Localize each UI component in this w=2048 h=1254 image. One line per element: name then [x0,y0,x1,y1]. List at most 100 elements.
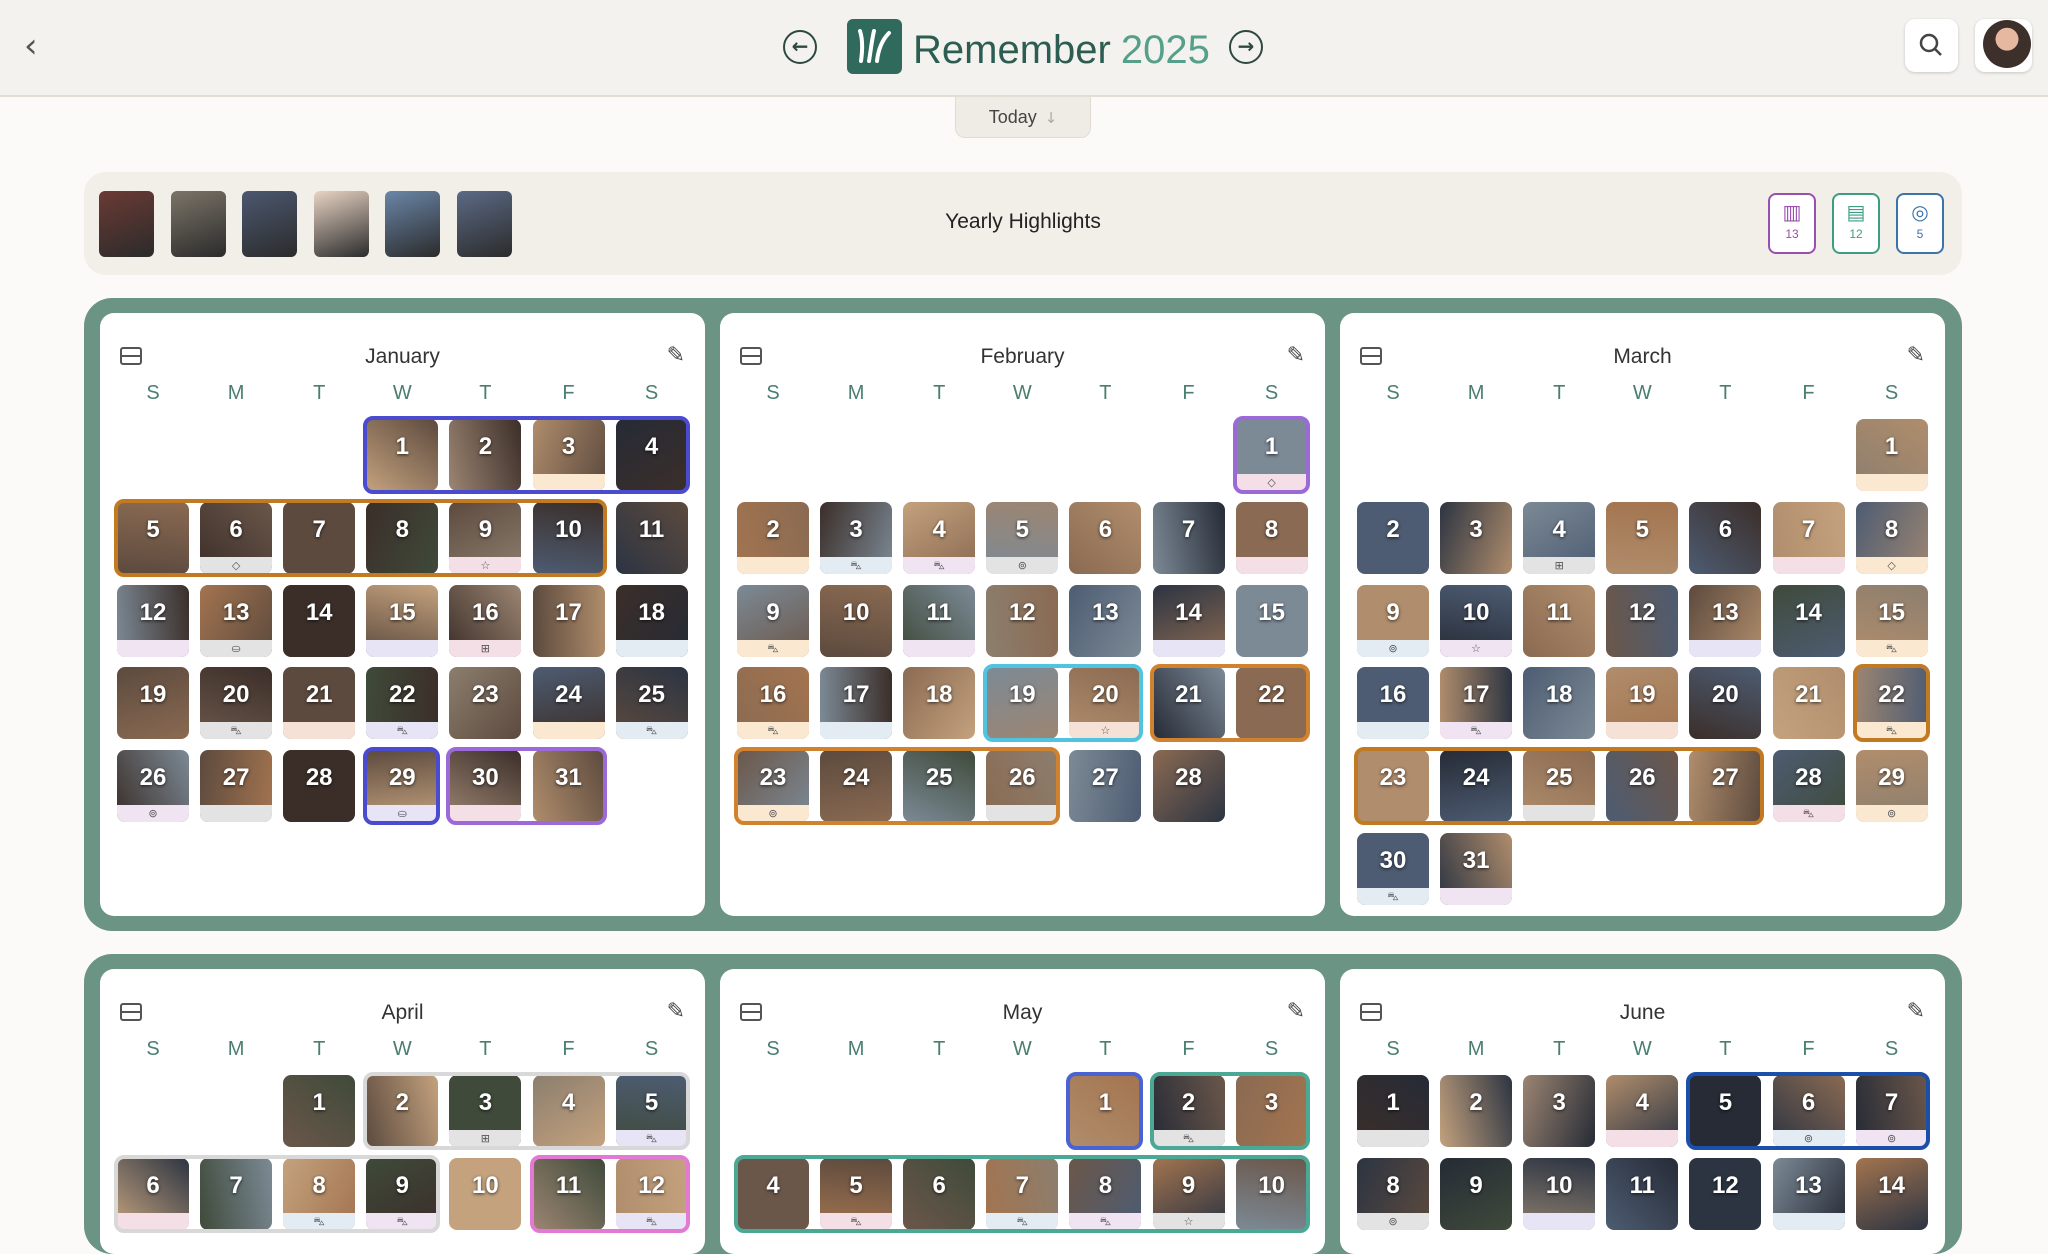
day-cell[interactable]: 15 ⛍ [1855,584,1928,657]
day-cell[interactable]: 25 [1523,750,1596,823]
day-cell[interactable]: 2 [1440,1075,1513,1147]
day-cell[interactable]: 25 [903,750,976,823]
day-cell[interactable]: 15 [366,584,439,657]
day-cell[interactable]: 7 [1152,501,1225,574]
day-cell[interactable]: 1 [283,1075,356,1147]
day-cell[interactable]: 26 [986,750,1059,823]
day-cell[interactable]: 13 [1772,1157,1845,1230]
day-cell[interactable]: 15 [1235,584,1308,657]
day-cell[interactable]: 11 [532,1157,605,1230]
day-cell[interactable]: 24 [1440,750,1513,823]
day-cell[interactable]: 10 [1523,1157,1596,1230]
back-arrow-icon[interactable]: ‹ [24,26,54,66]
search-button[interactable] [1905,19,1958,72]
day-cell[interactable]: 12 [1606,584,1679,657]
day-cell[interactable]: 28 [283,750,356,823]
day-cell[interactable]: 5 [1606,501,1679,574]
day-cell[interactable]: 4 ⛍ [903,501,976,574]
day-cell[interactable]: 5 ⛍ [820,1157,893,1230]
day-cell[interactable]: 9 ⊚ [1357,584,1429,657]
day-cell[interactable]: 22 ⛍ [1855,667,1928,740]
day-cell[interactable]: 9 ☆ [449,501,522,574]
day-cell[interactable]: 14 [1855,1157,1928,1230]
day-cell[interactable]: 17 ⛍ [1440,667,1513,740]
day-cell[interactable]: 9 ⛍ [366,1157,439,1230]
books-badge[interactable]: ▥ 13 [1768,193,1816,254]
day-cell[interactable]: 7 ⊚ [1855,1075,1928,1147]
day-cell[interactable]: 5 ⛍ [615,1075,688,1147]
day-cell[interactable]: 3 [532,419,605,491]
day-cell[interactable]: 16 [1357,667,1429,740]
day-cell[interactable]: 26 ⊚ [117,750,189,823]
day-cell[interactable]: 7 [200,1157,273,1230]
day-cell[interactable]: 3 [1235,1075,1308,1147]
today-button[interactable]: Today ↓ [955,97,1091,138]
day-cell[interactable]: 18 [903,667,976,740]
day-cell[interactable]: 11 [615,501,688,574]
edit-pencil-icon[interactable]: ✎ [667,999,685,1024]
day-cell[interactable]: 6 ⊚ [1772,1075,1845,1147]
edit-pencil-icon[interactable]: ✎ [1907,343,1925,368]
previous-year-icon[interactable]: ← [783,30,817,64]
day-cell[interactable]: 1 [1069,1075,1142,1147]
day-cell[interactable]: 9 [1440,1157,1513,1230]
day-cell[interactable]: 23 [1357,750,1429,823]
day-cell[interactable]: 22 ⛍ [366,667,439,740]
day-cell[interactable]: 29 ⛀ [366,750,439,823]
day-cell[interactable]: 18 [615,584,688,657]
day-cell[interactable]: 1 [366,419,439,491]
day-cell[interactable]: 23 ⊚ [737,750,809,823]
day-cell[interactable]: 7 [283,501,356,574]
day-cell[interactable]: 19 [986,667,1059,740]
day-cell[interactable]: 30 ⛍ [1357,833,1429,905]
day-cell[interactable]: 1 ◇ [1235,419,1308,491]
day-cell[interactable]: 2 [1357,501,1429,574]
day-cell[interactable]: 21 [1772,667,1845,740]
day-cell[interactable]: 12 [986,584,1059,657]
day-cell[interactable]: 27 [1069,750,1142,823]
day-cell[interactable]: 4 [1606,1075,1679,1147]
day-cell[interactable]: 16 ⊞ [449,584,522,657]
day-cell[interactable]: 21 [1152,667,1225,740]
day-cell[interactable]: 11 [1523,584,1596,657]
day-cell[interactable]: 4 [615,419,688,491]
day-cell[interactable]: 16 ⛍ [737,667,809,740]
day-cell[interactable]: 6 [903,1157,976,1230]
avatar[interactable] [1983,20,2031,68]
day-cell[interactable]: 24 [532,667,605,740]
day-cell[interactable]: 27 [1689,750,1762,823]
day-cell[interactable]: 20 ☆ [1069,667,1142,740]
day-cell[interactable]: 7 [1772,501,1845,574]
day-cell[interactable]: 17 [820,667,893,740]
next-year-icon[interactable]: → [1229,30,1263,64]
day-cell[interactable]: 4 ⊞ [1523,501,1596,574]
day-cell[interactable]: 30 [449,750,522,823]
day-cell[interactable]: 7 ⛍ [986,1157,1059,1230]
day-cell[interactable]: 8 ⊚ [1357,1157,1429,1230]
day-cell[interactable]: 6 [1069,501,1142,574]
edit-pencil-icon[interactable]: ✎ [1287,343,1305,368]
day-cell[interactable]: 5 [117,501,189,574]
day-cell[interactable]: 10 ☆ [1440,584,1513,657]
day-cell[interactable]: 8 ◇ [1855,501,1928,574]
day-cell[interactable]: 13 [1689,584,1762,657]
day-cell[interactable]: 9 ⛍ [737,584,809,657]
day-cell[interactable]: 8 [1235,501,1308,574]
day-cell[interactable]: 2 [366,1075,439,1147]
day-cell[interactable]: 24 [820,750,893,823]
day-cell[interactable]: 28 [1152,750,1225,823]
day-cell[interactable]: 26 [1606,750,1679,823]
day-cell[interactable]: 6 [117,1157,189,1230]
day-cell[interactable]: 20 ⛍ [200,667,273,740]
day-cell[interactable]: 14 [1152,584,1225,657]
day-cell[interactable]: 10 [1235,1157,1308,1230]
day-cell[interactable]: 23 [449,667,522,740]
day-cell[interactable]: 31 [1440,833,1513,905]
day-cell[interactable]: 3 [1523,1075,1596,1147]
day-cell[interactable]: 14 [1772,584,1845,657]
day-cell[interactable]: 5 [1689,1075,1762,1147]
day-cell[interactable]: 12 [117,584,189,657]
day-cell[interactable]: 4 [737,1157,809,1230]
day-cell[interactable]: 8 [366,501,439,574]
day-cell[interactable]: 19 [1606,667,1679,740]
